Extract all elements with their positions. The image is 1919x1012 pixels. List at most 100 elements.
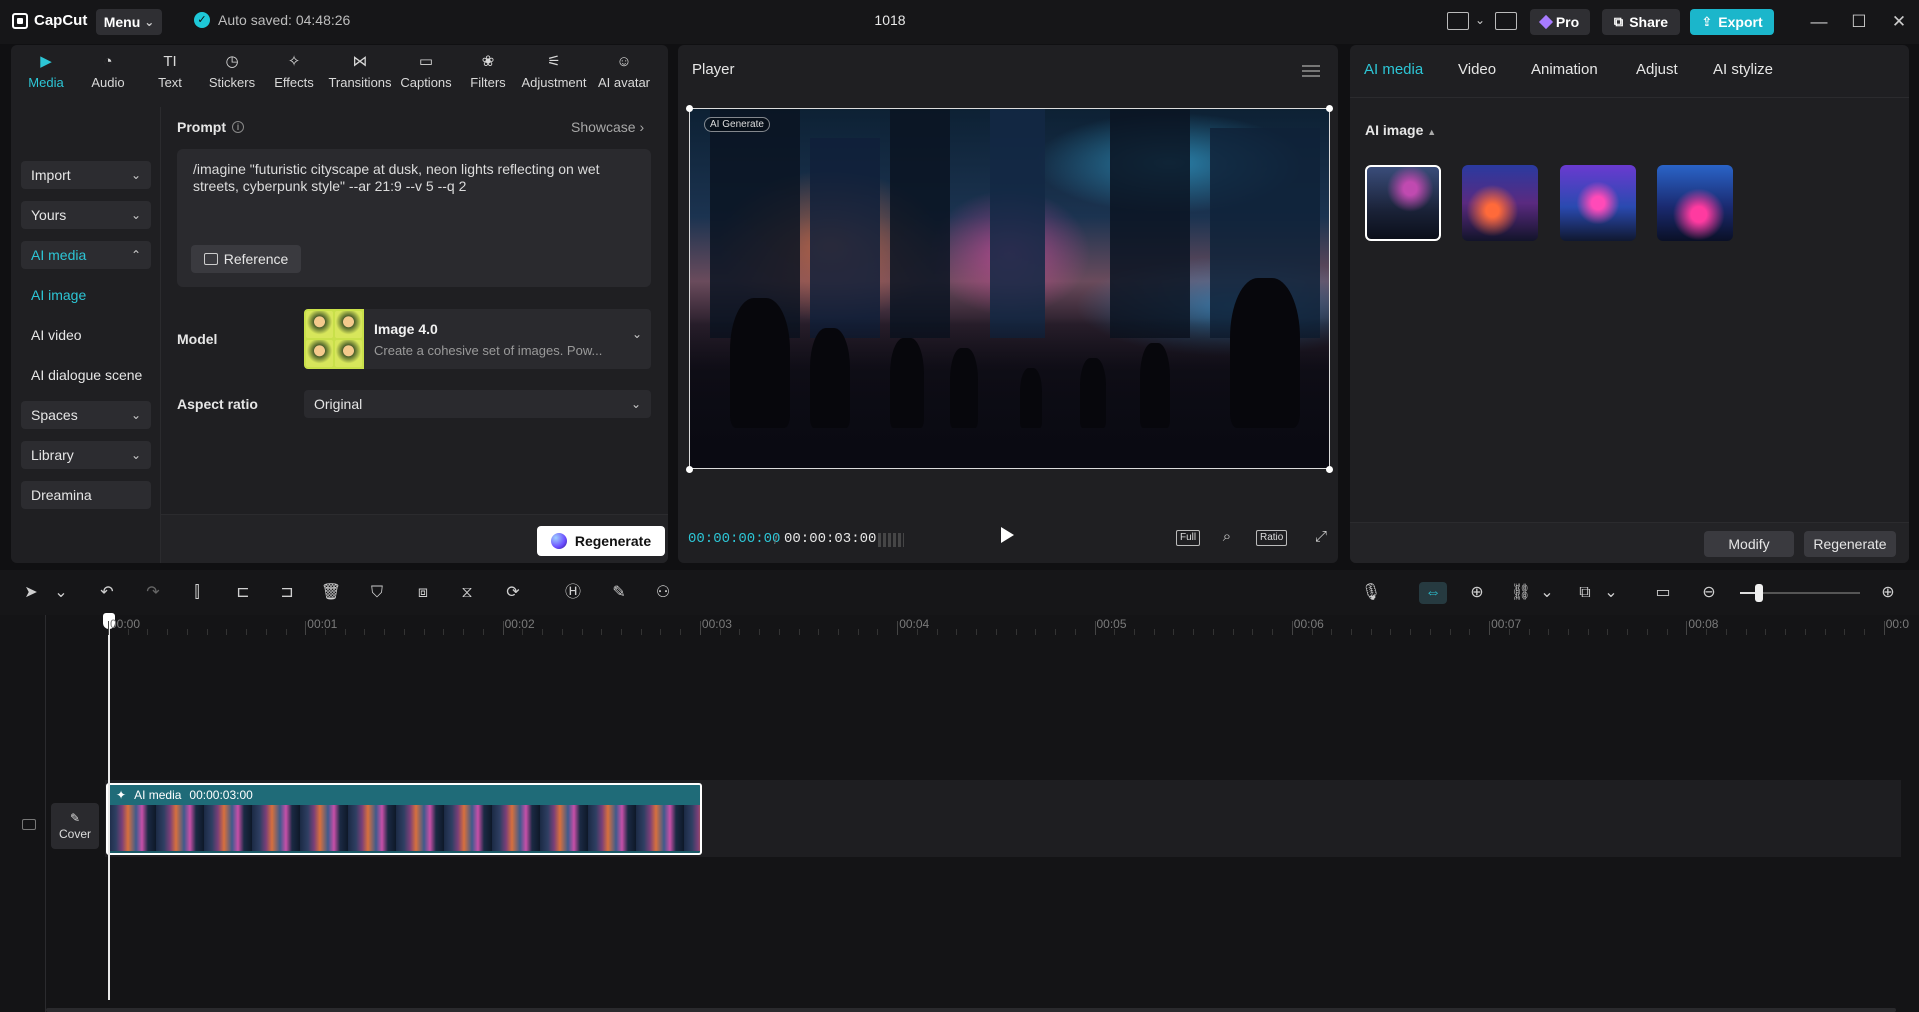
- link-icon[interactable]: ⛓: [1510, 582, 1532, 604]
- minimize-icon[interactable]: —: [1807, 10, 1831, 34]
- chevron-down-icon[interactable]: ⌄: [1475, 13, 1485, 27]
- tab-audio[interactable]: ◔ Audio: [77, 45, 139, 97]
- ai-person-icon[interactable]: ⚇: [652, 582, 674, 604]
- sidebar-item-library[interactable]: Library ⌄: [21, 441, 151, 469]
- model-select[interactable]: Image 4.0 Create a cohesive set of image…: [304, 309, 651, 369]
- tab-adjustment[interactable]: ⚟ Adjustment: [519, 45, 589, 97]
- ai-image-thumbnail[interactable]: [1657, 165, 1733, 241]
- layout-icon[interactable]: [1447, 12, 1469, 30]
- magic-wand-icon[interactable]: ✎: [608, 582, 630, 604]
- reference-button[interactable]: Reference: [191, 245, 301, 273]
- media-clip[interactable]: ✦ AI media 00:00:03:00: [106, 783, 702, 855]
- menu-icon[interactable]: [1302, 65, 1320, 77]
- ruler-minor-tick: [1863, 629, 1865, 635]
- tab-animation[interactable]: Animation: [1531, 61, 1598, 78]
- split-left-icon[interactable]: ⊏: [232, 582, 254, 604]
- ruler-minor-tick: [719, 629, 721, 635]
- ruler-minor-tick: [1627, 629, 1629, 635]
- tab-filters[interactable]: ❀ Filters: [457, 45, 519, 97]
- playhead[interactable]: [108, 615, 110, 1000]
- chevron-down-icon[interactable]: ⌄: [50, 582, 72, 604]
- fullscreen-icon[interactable]: ⤢: [1312, 528, 1330, 546]
- ai-image-thumbnail[interactable]: [1560, 165, 1636, 241]
- tab-effects[interactable]: ✧ Effects: [263, 45, 325, 97]
- tab-media[interactable]: ▶ Media: [15, 45, 77, 97]
- ai-image-thumbnail[interactable]: [1462, 165, 1538, 241]
- tab-video[interactable]: Video: [1458, 61, 1496, 78]
- modify-button[interactable]: Modify: [1704, 531, 1794, 557]
- menu-button[interactable]: Menu ⌄: [96, 9, 162, 35]
- redo-icon[interactable]: ↷: [142, 582, 164, 604]
- tab-stickers[interactable]: ◷ Stickers: [201, 45, 263, 97]
- hd-icon[interactable]: Ⓗ: [562, 582, 584, 604]
- ai-image-thumbnail[interactable]: [1365, 165, 1441, 241]
- resize-handle[interactable]: [686, 466, 693, 473]
- share-button[interactable]: ⧉ Share: [1602, 9, 1680, 35]
- diamond-icon: [1538, 14, 1553, 30]
- timecode-grid-icon[interactable]: [878, 533, 904, 547]
- resize-handle[interactable]: [1326, 466, 1333, 473]
- zoom-slider-handle[interactable]: [1755, 584, 1763, 602]
- tab-ai-avatar[interactable]: ☺ AI avatar: [589, 45, 659, 97]
- screen-icon[interactable]: ▭: [1652, 582, 1674, 604]
- shield-icon[interactable]: ⛉: [366, 582, 388, 604]
- resize-handle[interactable]: [686, 105, 693, 112]
- sidebar-item-ai-video[interactable]: AI video: [31, 327, 82, 343]
- showcase-link[interactable]: Showcase ›: [571, 119, 644, 135]
- ruler-minor-tick: [798, 629, 800, 635]
- pro-button[interactable]: Pro: [1530, 9, 1590, 35]
- sidebar-item-yours[interactable]: Yours ⌄: [21, 201, 151, 229]
- tab-adjust[interactable]: Adjust: [1636, 61, 1678, 78]
- microphone-icon[interactable]: 🎙: [1360, 582, 1382, 604]
- close-icon[interactable]: ✕: [1887, 10, 1911, 34]
- full-button[interactable]: Full: [1176, 530, 1201, 546]
- split-right-icon[interactable]: ⊐: [276, 582, 298, 604]
- maximize-icon[interactable]: ☐: [1847, 10, 1871, 34]
- tab-transitions[interactable]: ⋈ Transitions: [325, 45, 395, 97]
- ruler-minor-tick: [1804, 629, 1806, 635]
- mirror-icon[interactable]: ⧖: [456, 582, 478, 604]
- tab-ai-stylize[interactable]: AI stylize: [1713, 61, 1773, 78]
- select-pointer-icon[interactable]: ➤: [20, 582, 42, 604]
- generate-footer: Regenerate: [161, 514, 668, 563]
- tab-text[interactable]: TI Text: [139, 45, 201, 97]
- crop-icon[interactable]: ⧈: [412, 582, 434, 604]
- rotate-icon[interactable]: ⟳: [502, 582, 524, 604]
- ratio-button[interactable]: Ratio: [1256, 530, 1288, 546]
- chevron-down-icon[interactable]: ⌄: [1536, 582, 1558, 604]
- keyboard-icon[interactable]: [1495, 12, 1517, 30]
- sidebar-item-dreamina[interactable]: Dreamina: [21, 481, 151, 509]
- sidebar-item-spaces[interactable]: Spaces ⌄: [21, 401, 151, 429]
- prompt-text[interactable]: /imagine "futuristic cityscape at dusk, …: [193, 161, 633, 195]
- ai-image-section-label[interactable]: AI image ▲: [1365, 122, 1436, 138]
- regenerate-button[interactable]: Regenerate: [537, 526, 665, 556]
- prompt-input[interactable]: /imagine "futuristic cityscape at dusk, …: [177, 149, 651, 287]
- play-icon[interactable]: [1001, 527, 1014, 543]
- autosave-text: Auto saved: 04:48:26: [218, 12, 351, 28]
- export-button[interactable]: ⇪ Export: [1690, 9, 1774, 35]
- sidebar-item-import[interactable]: Import ⌄: [21, 161, 151, 189]
- showcase-label: Showcase: [571, 119, 636, 135]
- split-icon[interactable]: ⫿: [186, 582, 208, 604]
- zoom-out-icon[interactable]: ⊖: [1698, 582, 1720, 604]
- preview-axis-icon[interactable]: ⧉: [1574, 582, 1596, 604]
- resize-handle[interactable]: [1326, 105, 1333, 112]
- magnet-link-icon[interactable]: ⇔: [1419, 582, 1447, 604]
- zoom-fit-icon[interactable]: ⌕: [1218, 528, 1236, 546]
- zoom-in-icon[interactable]: ⊕: [1877, 582, 1899, 604]
- video-preview[interactable]: AI Generate: [689, 108, 1330, 469]
- undo-icon[interactable]: ↶: [96, 582, 118, 604]
- tab-ai-media[interactable]: AI media: [1364, 61, 1423, 78]
- delete-icon[interactable]: 🗑: [320, 582, 342, 604]
- info-icon[interactable]: i: [232, 121, 244, 133]
- tab-captions[interactable]: ▭ Captions: [395, 45, 457, 97]
- snap-icon[interactable]: ⊕: [1466, 582, 1488, 604]
- cover-button[interactable]: ✎ Cover: [51, 803, 99, 849]
- sidebar-item-ai-media[interactable]: AI media ⌃: [21, 241, 151, 269]
- regenerate-button[interactable]: Regenerate: [1804, 531, 1896, 557]
- sidebar-item-ai-image[interactable]: AI image: [31, 287, 86, 303]
- horizontal-scrollbar[interactable]: [46, 1008, 1896, 1012]
- sidebar-item-ai-dialogue-scene[interactable]: AI dialogue scene: [31, 367, 142, 383]
- aspect-ratio-select[interactable]: Original ⌄: [304, 390, 651, 418]
- chevron-down-icon[interactable]: ⌄: [1600, 582, 1622, 604]
